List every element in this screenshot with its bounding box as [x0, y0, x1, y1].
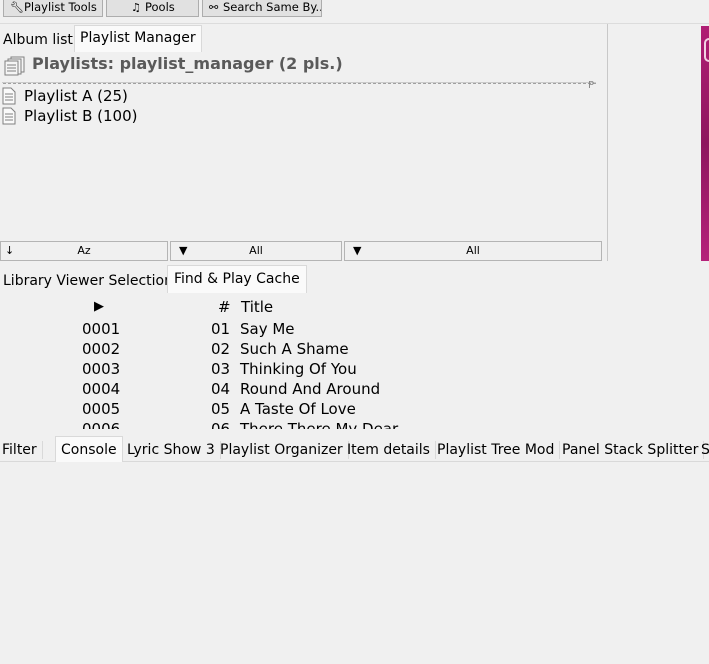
table-row[interactable]: 0006 06 There There My Dear: [0, 419, 600, 429]
table-row[interactable]: 0003 03 Thinking Of You: [0, 359, 600, 379]
tab-playlist-organizer-label: Playlist Organizer: [220, 442, 343, 458]
header-rule-dashed: [3, 83, 596, 84]
tab-lyric-show-3[interactable]: Lyric Show 3: [122, 441, 221, 459]
playlist-file-icon: [2, 87, 16, 105]
row-index: 0004: [82, 380, 121, 398]
row-index: 0006: [82, 420, 121, 429]
console-panel: [0, 462, 709, 664]
tab-overflow-label: S: [701, 442, 709, 458]
row-track-number: 01: [211, 320, 231, 338]
tab-overflow[interactable]: S: [695, 441, 709, 459]
tab-find-play-cache[interactable]: Find & Play Cache: [167, 265, 307, 293]
row-title: Round And Around: [240, 380, 381, 398]
tab-console[interactable]: Console: [55, 436, 123, 462]
tab-filter-label: Filter: [2, 442, 37, 458]
artwork-panel: [607, 24, 709, 261]
toolbar-divider: [0, 23, 709, 24]
table-row[interactable]: 0005 05 A Taste Of Love: [0, 399, 600, 419]
playlists-icon: [4, 56, 25, 76]
search-same-by-button[interactable]: ⚯ Search Same By...: [202, 0, 322, 17]
tab-panel-stack-splitter-label: Panel Stack Splitter: [562, 442, 699, 458]
pools-button[interactable]: ♫ Pools: [106, 0, 199, 17]
tab-library-viewer-selection-label: Library Viewer Selection: [3, 273, 173, 289]
title-column-header[interactable]: Title: [241, 297, 273, 317]
row-title: Say Me: [240, 320, 295, 338]
tab-playlist-tree-mod[interactable]: Playlist Tree Mod: [432, 441, 561, 459]
row-index: 0005: [82, 400, 121, 418]
wrench-icon: 🔧︎: [10, 1, 24, 14]
table-row[interactable]: 0004 04 Round And Around: [0, 379, 600, 399]
music-note-icon: ♫: [131, 1, 141, 14]
playlist-item[interactable]: Playlist A (25): [0, 86, 300, 106]
title-column-label: Title: [241, 298, 274, 316]
tab-library-viewer-selection[interactable]: Library Viewer Selection: [0, 271, 176, 291]
filter-button-2[interactable]: ▼ All: [344, 241, 602, 261]
sort-button[interactable]: ↓ Az: [0, 241, 168, 261]
tab-item-details-label: Item details: [347, 442, 430, 458]
playlist-tools-label: Playlist Tools: [24, 0, 97, 14]
row-track-number: 04: [211, 380, 231, 398]
library-list[interactable]: 0001 01 Say Me 0002 02 Such A Shame 0003…: [0, 318, 606, 429]
row-track-number: 05: [211, 400, 231, 418]
filter-2-value: All: [466, 244, 480, 257]
tab-playlist-tree-mod-label: Playlist Tree Mod: [437, 442, 555, 458]
table-row[interactable]: 0002 02 Such A Shame: [0, 339, 600, 359]
playlist-manager-title: Playlists: playlist_manager (2 pls.): [32, 54, 343, 73]
tab-album-list[interactable]: Album list: [0, 30, 76, 50]
number-column-header[interactable]: #: [218, 297, 231, 317]
link-icon: ⚯: [209, 1, 219, 14]
row-index: 0001: [82, 320, 121, 338]
toolbar: 🔧︎Playlist Tools ♫ Pools ⚯ Search Same By.…: [0, 0, 709, 18]
tab-album-list-label: Album list: [3, 32, 73, 48]
row-title: Such A Shame: [240, 340, 349, 358]
tab-lyric-show-3-label: Lyric Show 3: [127, 442, 215, 458]
playlist-tools-button[interactable]: 🔧︎Playlist Tools: [3, 0, 103, 17]
play-column-label: ▶: [94, 299, 104, 314]
tab-filter[interactable]: Filter: [0, 441, 43, 459]
playlist-item[interactable]: Playlist B (100): [0, 106, 300, 126]
table-row[interactable]: 0001 01 Say Me: [0, 319, 600, 339]
tab-console-label: Console: [61, 442, 117, 458]
search-same-by-label: Search Same By...: [223, 0, 322, 14]
playlist-item-label: Playlist A (25): [24, 87, 128, 105]
row-title: A Taste Of Love: [240, 400, 356, 418]
tab-playlist-manager[interactable]: Playlist Manager: [74, 25, 202, 52]
tab-playlist-manager-label: Playlist Manager: [80, 30, 196, 46]
filter-button-1[interactable]: ▼ All: [170, 241, 342, 261]
sort-value: Az: [77, 244, 91, 257]
playlist-file-icon: [2, 107, 16, 125]
playlist-item-label: Playlist B (100): [24, 107, 138, 125]
row-title: Thinking Of You: [240, 360, 357, 378]
tab-playlist-organizer[interactable]: Playlist Organizer: [215, 441, 349, 459]
play-column-header[interactable]: ▶: [94, 297, 104, 317]
row-title: There There My Dear: [240, 420, 399, 429]
row-track-number: 03: [211, 360, 231, 378]
row-index: 0003: [82, 360, 121, 378]
number-column-label: #: [218, 298, 231, 316]
row-index: 0002: [82, 340, 121, 358]
filter-1-value: All: [249, 244, 263, 257]
tab-panel-stack-splitter[interactable]: Panel Stack Splitter: [557, 441, 705, 459]
tab-find-play-cache-label: Find & Play Cache: [174, 271, 300, 287]
tab-item-details[interactable]: Item details: [342, 441, 436, 459]
row-track-number: 06: [211, 420, 231, 429]
pools-label: Pools: [145, 0, 175, 14]
header-rule-marker: P: [588, 80, 595, 91]
artwork-decoration: [704, 38, 709, 62]
row-track-number: 02: [211, 340, 231, 358]
